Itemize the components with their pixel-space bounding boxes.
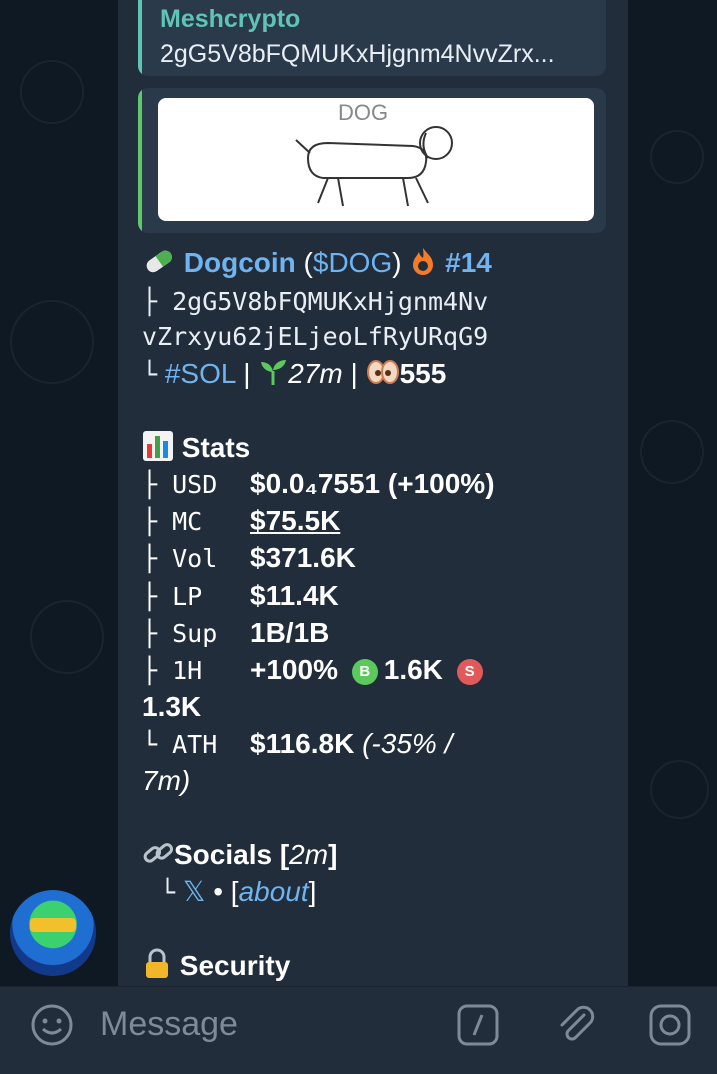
about-bracket-close: ]	[308, 876, 317, 907]
security-heading: Security	[142, 948, 290, 987]
address-line-2[interactable]: vZrxyu62jELjeoLfRyURqG9	[142, 322, 488, 351]
stat-row-1h: ├ 1H +100% B 1.6K S	[142, 654, 489, 686]
separator: |	[243, 358, 251, 389]
stat-value[interactable]: $75.5K	[250, 505, 340, 536]
slash-command-icon[interactable]	[456, 1003, 500, 1047]
message-input[interactable]: Message	[100, 1005, 238, 1044]
stat-value: $0.0₄7551 (+100%)	[250, 468, 495, 499]
message-bubble[interactable]: Meshcrypto 2gG5V8bFQMUKxHjgnm4NvvZrx... …	[118, 0, 628, 988]
reply-accent-bar	[138, 0, 142, 76]
token-meta-row: └ #SOL | 27m | 555	[142, 358, 446, 393]
chain-hashtag[interactable]: #SOL	[165, 358, 236, 389]
stat-key: ├ Sup	[142, 619, 218, 648]
stat-value: $371.6K	[250, 542, 356, 573]
stat-row: ├ Vol $371.6K	[142, 542, 356, 574]
about-link[interactable]: about	[239, 876, 309, 907]
stat-row: ├ Sup 1B/1B	[142, 617, 329, 649]
fire-icon	[409, 246, 437, 283]
socials-close: ]	[328, 838, 338, 870]
stat-key: ├ 1H	[142, 656, 203, 685]
sender-avatar[interactable]	[10, 890, 96, 976]
stats-heading: Stats	[142, 430, 250, 469]
stat-key: ├ MC	[142, 507, 203, 536]
ath-note: (-35% /	[362, 728, 453, 759]
holders-count: 555	[399, 358, 447, 389]
stat-1h-change: +100%	[250, 654, 338, 685]
sell-badge-icon: S	[456, 658, 483, 685]
socials-links: └ 𝕏 • [about]	[142, 875, 316, 908]
stat-value: 1B/1B	[250, 617, 330, 648]
stat-row: ├ USD $0.0₄7551 (+100%)	[142, 468, 495, 500]
socials-age: 2m	[289, 838, 329, 870]
lock-icon	[142, 948, 172, 987]
preview-image-text: DOG	[338, 100, 388, 125]
avatar-glasses	[30, 918, 76, 932]
reply-text: 2gG5V8bFQMUKxHjgnm4NvvZrx...	[160, 40, 555, 68]
token-ticker-link[interactable]: $DOG	[313, 247, 392, 278]
tree-branch: └	[160, 878, 176, 907]
stat-key: ├ LP	[142, 582, 203, 611]
token-header: Dogcoin ($DOG) #14	[142, 246, 492, 283]
reply-quote[interactable]: Meshcrypto 2gG5V8bFQMUKxHjgnm4NvvZrx...	[138, 0, 606, 76]
dot-separator: •	[213, 876, 223, 907]
stat-row-ath: └ ATH $116.8K (-35% /	[142, 728, 452, 760]
pill-icon	[142, 246, 176, 283]
separator-2: |	[350, 358, 358, 389]
preview-image[interactable]: DOG	[158, 98, 594, 221]
token-age: 27m	[288, 358, 343, 389]
token-paren-close: )	[392, 246, 402, 278]
link-icon	[142, 838, 174, 875]
stats-title: Stats	[181, 431, 251, 463]
buy-volume: 1.6K	[383, 654, 443, 685]
buy-badge-icon: B	[351, 658, 378, 685]
about-bracket-open: [	[230, 876, 239, 907]
link-preview[interactable]: DOG	[138, 88, 606, 233]
stat-key: └ ATH	[142, 730, 218, 759]
address-line-1[interactable]: ├ 2gG5V8bFQMUKxHjgnm4Nv	[142, 287, 488, 316]
stat-key: ├ USD	[142, 470, 218, 499]
eyes-icon	[366, 359, 400, 392]
ath-note-cont: 7m)	[142, 765, 191, 796]
token-paren-open: (	[295, 246, 313, 278]
stat-row: ├ LP $11.4K	[142, 580, 339, 612]
sell-volume: 1.3K	[142, 691, 202, 722]
dog-drawing-image: DOG	[295, 100, 453, 207]
message-composer: Message	[0, 986, 717, 1074]
attach-icon[interactable]	[554, 1003, 598, 1047]
stat-value: $11.4K	[250, 580, 339, 611]
bar-chart-icon	[142, 430, 174, 469]
ath-value: $116.8K	[250, 728, 355, 759]
tree-branch: └	[142, 360, 158, 389]
smiley-icon[interactable]	[30, 1003, 74, 1047]
camera-icon[interactable]	[648, 1003, 692, 1047]
token-name-link[interactable]: Dogcoin	[184, 247, 296, 278]
reply-sender: Meshcrypto	[160, 5, 301, 33]
stat-key: ├ Vol	[142, 544, 218, 573]
rank-hashtag[interactable]: #14	[445, 247, 492, 278]
preview-accent-bar	[138, 88, 142, 233]
socials-heading: Socials [2m]	[142, 838, 337, 875]
stat-row: ├ MC $75.5K	[142, 505, 340, 537]
security-title: Security	[179, 949, 291, 981]
seedling-icon	[258, 358, 288, 393]
x-link[interactable]: 𝕏	[183, 876, 206, 907]
socials-title: Socials [	[174, 838, 290, 870]
